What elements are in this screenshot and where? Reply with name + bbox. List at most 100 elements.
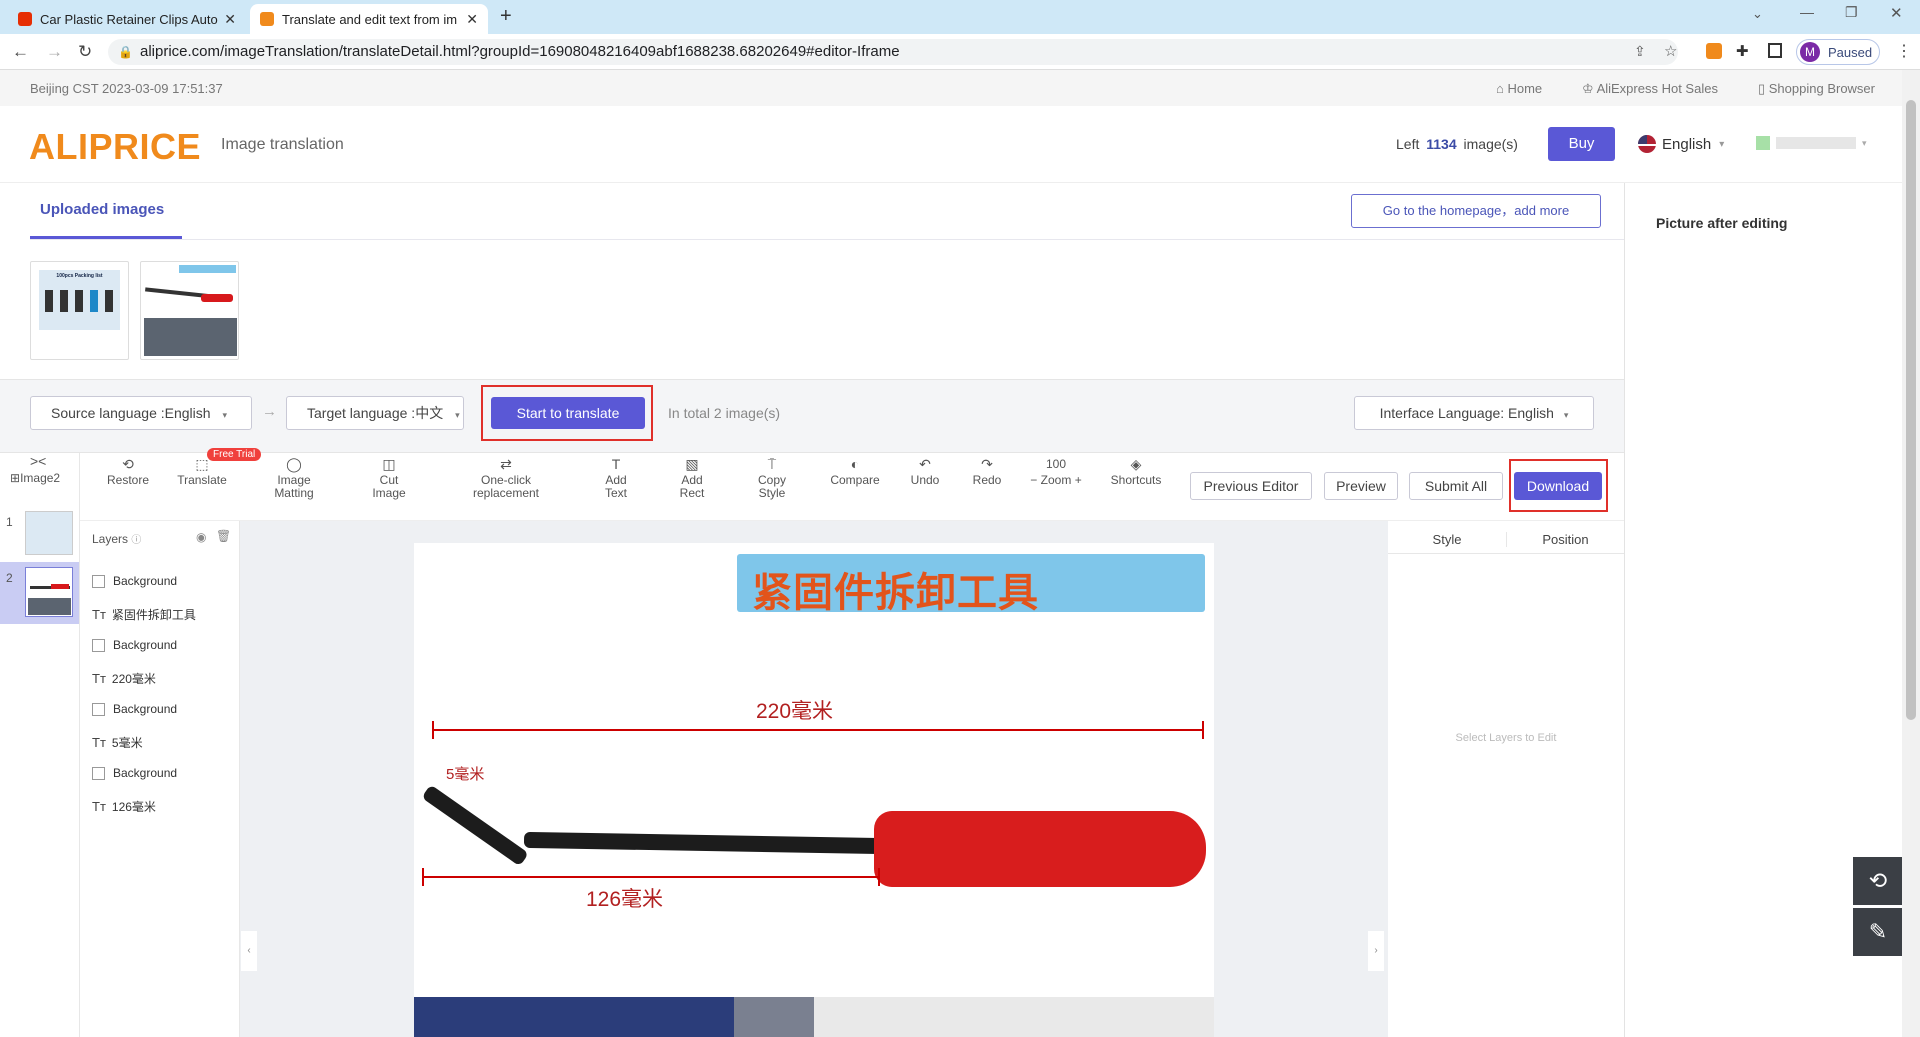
go-homepage-button[interactable]: Go to the homepage，add more	[1351, 194, 1601, 228]
total-images-text: In total 2 image(s)	[668, 405, 781, 421]
layer-item[interactable]: Background	[92, 574, 177, 588]
aliprice-logo[interactable]: ALIPRICE	[29, 126, 201, 168]
browser-tab-active[interactable]: Translate and edit text from im ✕	[250, 4, 488, 34]
add-rect-tool[interactable]: ▧ Add Rect	[674, 456, 710, 500]
previous-editor-button[interactable]: Previous Editor	[1190, 472, 1312, 500]
layers-title: Layers ⓘ	[92, 532, 142, 546]
preview-button[interactable]: Preview	[1324, 472, 1398, 500]
redo-tool[interactable]: ↷ Redo	[968, 456, 1006, 487]
aliexpress-hot-sales-link[interactable]: ♔ AliExpress Hot Sales	[1582, 81, 1718, 97]
add-text-tool[interactable]: T Add Text	[598, 457, 634, 500]
tool-handle	[874, 811, 1206, 887]
editor-thumbnail-2[interactable]	[25, 567, 73, 617]
site-topstrip: Beijing CST 2023-03-09 17:51:37 ⌂ Home ♔…	[0, 70, 1902, 106]
share-icon[interactable]: ⇪	[1634, 43, 1646, 60]
browser-tab[interactable]: Car Plastic Retainer Clips Auto ✕	[8, 4, 246, 34]
collapse-icon[interactable]: ><	[30, 453, 46, 469]
one-click-replacement-tool[interactable]: ⇄ One-click replacement	[466, 457, 546, 500]
add-rect-icon: ▧	[685, 456, 699, 472]
chevron-down-icon: ▾	[222, 410, 227, 420]
rect-layer-icon	[92, 766, 105, 780]
scrollbar-thumb[interactable]	[1906, 100, 1916, 720]
layer-item[interactable]: Tт 220毫米	[92, 670, 156, 687]
bookmark-star-icon[interactable]: ☆	[1664, 42, 1677, 60]
minimize-window-button[interactable]: —	[1800, 4, 1814, 20]
layer-item[interactable]: Tт 126毫米	[92, 798, 156, 815]
redo-icon: ↷	[981, 456, 993, 472]
scroll-right-handle[interactable]: ›	[1368, 931, 1384, 971]
history-button[interactable]: ⟲	[1853, 857, 1903, 905]
layer-item[interactable]: Background	[92, 638, 177, 652]
user-account-blurred[interactable]: ▾	[1756, 135, 1876, 151]
address-bar[interactable]: 🔒 aliprice.com/imageTranslation/translat…	[108, 39, 1678, 65]
translate-tool[interactable]: ⬚ Translate	[176, 457, 228, 487]
new-tab-button[interactable]: +	[500, 5, 512, 28]
layer-item[interactable]: Tт 紧固件拆卸工具	[92, 606, 196, 623]
extension-aliprice-icon[interactable]	[1706, 43, 1722, 59]
tab-style[interactable]: Style	[1388, 532, 1506, 547]
undo-tool[interactable]: ↶ Undo	[906, 456, 944, 487]
tab-divider	[30, 239, 1624, 240]
dim-bottom-text[interactable]: 126毫米	[586, 883, 663, 913]
back-arrow-icon[interactable]: ←	[12, 42, 29, 62]
profile-chip[interactable]: M Paused	[1796, 39, 1880, 65]
language-select[interactable]: English ▾	[1638, 135, 1724, 153]
restore-tool[interactable]: ⟲ Restore	[104, 457, 152, 487]
interface-language-select[interactable]: Interface Language: English ▾	[1354, 396, 1594, 430]
sidepanel-icon[interactable]	[1768, 43, 1782, 58]
thumb-number: 1	[6, 515, 13, 529]
layer-item[interactable]: Tт 5毫米	[92, 734, 143, 751]
trash-icon[interactable]: 🗑	[216, 529, 231, 543]
highlight-box	[1509, 459, 1608, 512]
submit-all-button[interactable]: Submit All	[1409, 472, 1503, 500]
zoom-in-button[interactable]: +	[1075, 473, 1082, 487]
uploaded-thumbnail-2[interactable]	[140, 261, 239, 360]
editing-canvas-image[interactable]: 紧固件拆卸工具 220毫米 5毫米 126毫米	[414, 543, 1214, 1037]
image-strip: >< ⊞Image2 1 2	[0, 453, 80, 1037]
copy-style-tool[interactable]: ⍑ Copy Style	[752, 457, 792, 500]
layer-item[interactable]: Background	[92, 766, 177, 780]
home-link[interactable]: ⌂ Home	[1496, 81, 1542, 96]
edit-button[interactable]: ✎	[1853, 908, 1903, 956]
buy-button[interactable]: Buy	[1548, 127, 1615, 161]
us-flag-icon	[1638, 135, 1656, 153]
canvas-title-text[interactable]: 紧固件拆卸工具	[752, 560, 1039, 618]
compare-tool[interactable]: ◐ Compare	[826, 457, 884, 487]
text-layer-icon: Tт	[92, 799, 106, 814]
text-layer-icon: Tт	[92, 671, 106, 686]
uploaded-thumbnail-1[interactable]: 100pcs Packing list	[30, 261, 129, 360]
props-hint: Select Layers to Edit	[1455, 732, 1557, 744]
close-tab-icon[interactable]: ✕	[224, 11, 236, 28]
dim-top-text[interactable]: 220毫米	[756, 695, 833, 725]
eye-icon[interactable]: ◉	[196, 530, 206, 544]
maximize-window-button[interactable]: ❐	[1845, 4, 1858, 21]
forward-arrow-icon[interactable]: →	[46, 42, 63, 62]
avatar: M	[1800, 42, 1820, 62]
target-language-select[interactable]: Target language :中文 ▾	[286, 396, 464, 430]
image-matting-tool[interactable]: ◯ Image Matting	[268, 457, 320, 500]
shopping-browser-link[interactable]: ▯ Shopping Browser	[1758, 81, 1875, 97]
undo-icon: ↶	[919, 456, 931, 472]
tab-position[interactable]: Position	[1506, 532, 1624, 547]
editor-thumbnail-1[interactable]	[25, 511, 73, 555]
browser-menu-icon[interactable]: ⋮	[1896, 41, 1912, 61]
cut-image-tool[interactable]: ◫ Cut Image	[368, 457, 410, 500]
close-window-button[interactable]: ✕	[1890, 4, 1903, 22]
tab-search-icon[interactable]: ⌄	[1752, 6, 1763, 22]
dim-small-text[interactable]: 5毫米	[446, 763, 484, 784]
chevron-down-icon: ▾	[1719, 138, 1725, 150]
close-tab-icon[interactable]: ✕	[466, 11, 478, 28]
page-subtitle: Image translation	[221, 136, 344, 153]
site-header: ALIPRICE Image translation Left 1134 ima…	[0, 106, 1902, 183]
images-left-counter: Left 1134 image(s)	[1396, 136, 1518, 152]
tab-uploaded-images[interactable]: Uploaded images	[40, 201, 164, 218]
zoom-value: 100	[1045, 457, 1067, 471]
page-scrollbar[interactable]	[1902, 70, 1920, 1037]
shortcuts-tool[interactable]: ◈ Shortcuts	[1108, 457, 1164, 487]
zoom-out-button[interactable]: −	[1030, 473, 1037, 487]
source-language-select[interactable]: Source language :English ▾	[30, 396, 252, 430]
reload-icon[interactable]: ↻	[78, 42, 92, 62]
scroll-left-handle[interactable]: ‹	[241, 931, 257, 971]
extensions-puzzle-icon[interactable]: ✚	[1736, 42, 1749, 60]
layer-item[interactable]: Background	[92, 702, 177, 716]
